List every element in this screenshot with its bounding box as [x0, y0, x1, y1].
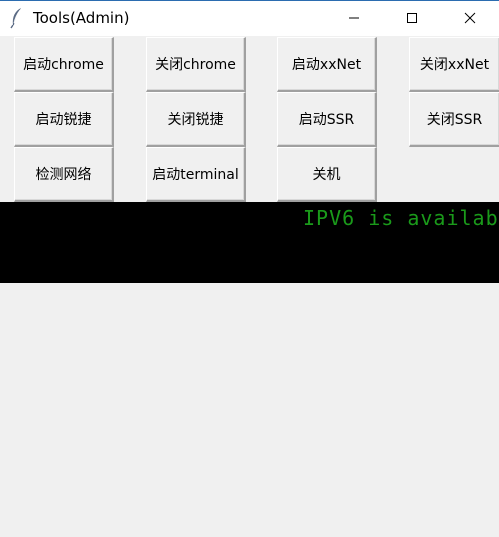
- close-xxnet-button[interactable]: 关闭xxNet: [409, 37, 499, 92]
- close-chrome-button[interactable]: 关闭chrome: [146, 37, 246, 92]
- close-button[interactable]: [441, 1, 499, 36]
- start-terminal-button[interactable]: 启动terminal: [146, 147, 246, 202]
- start-xxnet-button[interactable]: 启动xxNet: [277, 37, 377, 92]
- close-ssr-button[interactable]: 关闭SSR: [409, 92, 499, 147]
- maximize-button[interactable]: [383, 1, 441, 36]
- check-network-button[interactable]: 检测网络: [14, 147, 114, 202]
- feather-icon: [9, 7, 25, 29]
- start-ruijie-button[interactable]: 启动锐捷: [14, 92, 114, 147]
- close-icon: [464, 9, 476, 28]
- shutdown-button[interactable]: 关机: [277, 147, 377, 202]
- window-title: Tools(Admin): [33, 9, 130, 27]
- start-chrome-button[interactable]: 启动chrome: [14, 37, 114, 92]
- minimize-icon: [348, 9, 360, 28]
- console-message: IPV6 is availab: [303, 206, 499, 230]
- close-ruijie-button[interactable]: 关闭锐捷: [146, 92, 246, 147]
- start-ssr-button[interactable]: 启动SSR: [277, 92, 377, 147]
- console-output: IPV6 is availab: [0, 202, 499, 283]
- app-window: Tools(Admin) 启动chrome 关闭chrome 启动xxNet 关…: [0, 0, 499, 537]
- maximize-icon: [406, 9, 418, 28]
- title-bar[interactable]: Tools(Admin): [0, 0, 499, 36]
- minimize-button[interactable]: [325, 1, 383, 36]
